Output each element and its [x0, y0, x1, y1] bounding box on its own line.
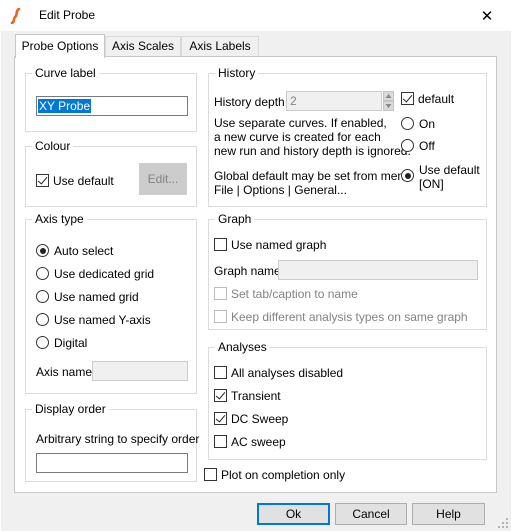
history-use-default-label-line2: [ON] — [419, 177, 444, 191]
history-default-label: default — [418, 92, 455, 106]
close-button[interactable]: ✕ — [474, 5, 500, 27]
history-group: History History depth 2 default Use sepa… — [208, 66, 487, 207]
help-button[interactable]: Help — [412, 503, 485, 525]
close-icon: ✕ — [480, 7, 494, 25]
history-legend: History — [215, 66, 259, 80]
ok-button[interactable]: Ok — [257, 503, 330, 525]
display-order-input[interactable] — [36, 453, 188, 473]
history-depth-label: History depth — [214, 95, 285, 109]
window-title: Edit Probe — [39, 8, 96, 22]
separate-curves-text-line3: new run and history depth is ignored. — [214, 144, 411, 158]
global-default-text-line1: Global default may be set from menu — [214, 169, 411, 183]
use-default-colour-label: Use default — [53, 174, 114, 188]
ac-sweep-checkbox[interactable] — [214, 435, 227, 448]
cancel-button[interactable]: Cancel — [335, 503, 407, 525]
graph-name-label: Graph name — [214, 264, 281, 278]
display-order-legend: Display order — [32, 402, 109, 416]
axis-type-legend: Axis type — [32, 212, 87, 226]
colour-group: Colour Use default Edit... — [25, 139, 197, 207]
axis-dedicated-grid-radio[interactable] — [36, 267, 49, 280]
analyses-legend: Analyses — [215, 340, 270, 354]
set-tab-caption-label: Set tab/caption to name — [231, 287, 358, 301]
history-depth-down-button[interactable] — [383, 101, 394, 111]
dc-sweep-checkbox[interactable] — [214, 412, 227, 425]
plot-on-completion-label: Plot on completion only — [221, 468, 346, 482]
dc-sweep-label: DC Sweep — [231, 412, 289, 426]
colour-legend: Colour — [32, 139, 74, 153]
axis-digital-radio[interactable] — [36, 336, 49, 349]
separate-curves-text-line2: a new curve is created for each — [214, 130, 381, 144]
title-bar: Edit Probe ✕ — [0, 0, 512, 31]
history-default-checkbox[interactable] — [401, 92, 414, 105]
cancel-button-label: Cancel — [352, 507, 390, 521]
ok-button-label: Ok — [285, 507, 302, 521]
tab-panel: Curve label XY Probe Colour Use default … — [14, 56, 497, 493]
axis-named-y-axis-label: Use named Y-axis — [54, 313, 151, 327]
tab-probe-options[interactable]: Probe Options — [15, 34, 105, 58]
use-default-colour-checkbox[interactable] — [36, 174, 49, 187]
resize-grip-icon[interactable] — [497, 517, 509, 529]
axis-dedicated-grid-label: Use dedicated grid — [54, 267, 155, 281]
use-named-graph-checkbox[interactable] — [214, 238, 227, 251]
history-use-default-label-line1: Use default — [419, 163, 480, 177]
analyses-group: Analyses All analyses disabled Transient… — [208, 340, 487, 460]
separate-curves-text-line1: Use separate curves. If enabled, — [214, 116, 387, 130]
curve-label-value: XY Probe — [38, 99, 92, 113]
tab-label: Axis Labels — [189, 39, 251, 53]
set-tab-caption-checkbox[interactable] — [214, 287, 227, 300]
axis-named-y-axis-radio[interactable] — [36, 313, 49, 326]
curve-label-input[interactable]: XY Probe — [36, 96, 188, 116]
history-on-radio[interactable] — [401, 117, 414, 130]
display-order-description: Arbitrary string to specify order — [36, 432, 200, 446]
history-off-label: Off — [419, 139, 435, 153]
keep-different-analysis-checkbox[interactable] — [214, 310, 227, 323]
history-depth-up-button[interactable] — [383, 91, 394, 101]
history-off-radio[interactable] — [401, 139, 414, 152]
use-named-graph-label: Use named graph — [231, 238, 327, 252]
axis-auto-select-radio[interactable] — [36, 244, 49, 257]
tab-axis-labels[interactable]: Axis Labels — [181, 36, 259, 56]
axis-digital-label: Digital — [54, 336, 88, 350]
axis-named-grid-radio[interactable] — [36, 290, 49, 303]
arrow-up-icon — [385, 94, 392, 98]
curve-label-group: Curve label XY Probe — [25, 66, 197, 132]
keep-different-analysis-label: Keep different analysis types on same gr… — [231, 310, 468, 324]
global-default-text-line2: File | Options | General... — [214, 183, 347, 197]
axis-named-grid-label: Use named grid — [54, 290, 139, 304]
edit-colour-button[interactable]: Edit... — [139, 163, 187, 195]
history-depth-value: 2 — [290, 94, 297, 108]
axis-type-group: Axis type Auto select Use dedicated grid… — [25, 212, 197, 394]
graph-group: Graph Use named graph Graph name Set tab… — [208, 212, 487, 330]
transient-label: Transient — [231, 389, 281, 403]
arrow-down-icon — [385, 104, 392, 108]
all-analyses-disabled-checkbox[interactable] — [214, 366, 227, 379]
tab-label: Axis Scales — [111, 39, 175, 53]
history-on-label: On — [419, 117, 436, 131]
graph-legend: Graph — [215, 212, 255, 226]
history-use-default-radio[interactable] — [401, 169, 414, 182]
display-order-group: Display order Arbitrary string to specif… — [25, 402, 200, 482]
all-analyses-disabled-label: All analyses disabled — [231, 366, 344, 380]
app-logo-icon — [10, 8, 21, 24]
axis-name-label: Axis name — [36, 365, 93, 379]
plot-on-completion-checkbox[interactable] — [204, 468, 217, 481]
help-button-label: Help — [436, 507, 461, 521]
axis-auto-select-label: Auto select — [54, 244, 114, 258]
curve-label-legend: Curve label — [32, 66, 99, 80]
edit-colour-button-label: Edit... — [147, 172, 179, 186]
axis-name-input[interactable] — [92, 361, 188, 381]
tab-label: Probe Options — [21, 39, 99, 53]
history-depth-spinner[interactable]: 2 — [286, 91, 382, 111]
transient-checkbox[interactable] — [214, 389, 227, 402]
ac-sweep-label: AC sweep — [231, 435, 286, 449]
graph-name-input[interactable] — [278, 260, 478, 280]
tab-axis-scales[interactable]: Axis Scales — [105, 36, 181, 56]
